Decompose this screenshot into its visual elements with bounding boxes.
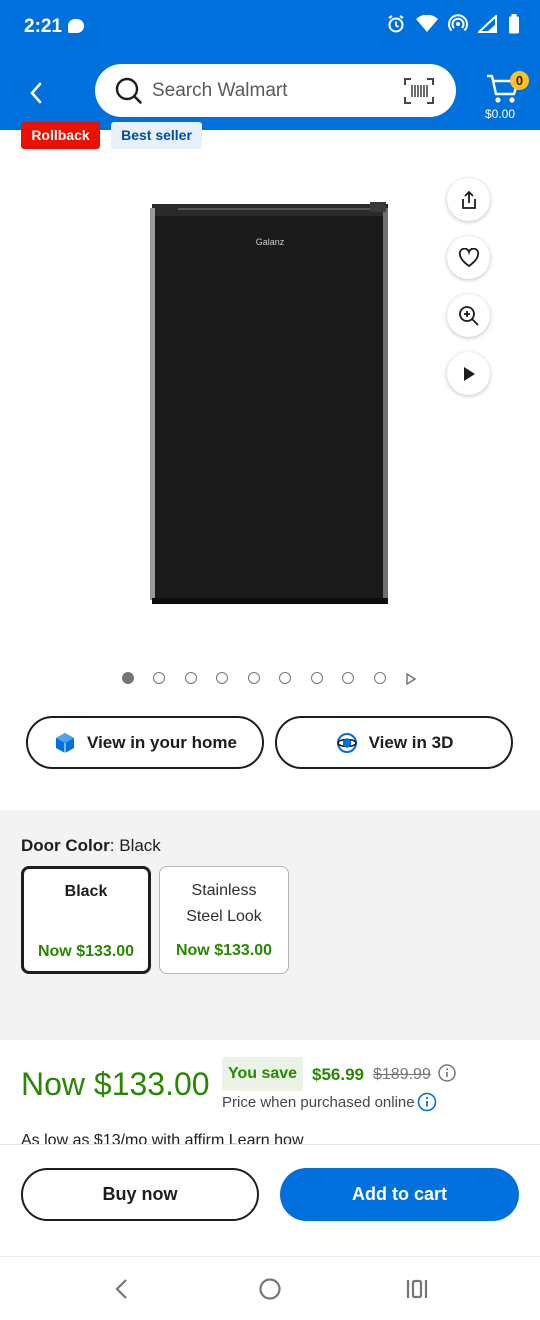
view-in-3d-button[interactable]: View in 3D [275, 716, 513, 769]
gallery-dot[interactable] [374, 672, 386, 684]
gallery-dot[interactable] [279, 672, 291, 684]
add-to-cart-button[interactable]: Add to cart [280, 1168, 519, 1221]
status-time: 2:21 [24, 16, 63, 37]
gallery-dot[interactable] [311, 672, 323, 684]
hotspot-icon [448, 14, 468, 32]
gallery-dot[interactable] [185, 672, 197, 684]
heart-icon [458, 247, 479, 267]
brand-mark: Galanz [256, 237, 285, 247]
bottom-action-bar: Buy now Add to cart [0, 1144, 540, 1254]
back-arrow-icon[interactable] [22, 78, 52, 108]
alarm-icon [388, 15, 404, 33]
app-header: 2:21 Search Walmart 0 $0.00 [0, 0, 540, 130]
you-save-badge: You save [222, 1057, 304, 1091]
save-amount: $56.99 [312, 1065, 364, 1084]
barcode-scanner-icon[interactable] [404, 78, 434, 104]
view-in-3d-label: View in 3D [368, 732, 454, 752]
product-image[interactable]: Galanz [148, 200, 390, 606]
3d-view-icon [336, 732, 357, 753]
zoom-button[interactable] [447, 294, 490, 337]
variant-option-stainless[interactable]: Stainless Steel Look Now $133.00 [159, 866, 289, 974]
signal-icon [478, 15, 497, 33]
view-in-home-label: View in your home [87, 732, 237, 752]
zoom-in-icon [458, 305, 479, 326]
gallery-dot[interactable] [248, 672, 260, 684]
wifi-icon [416, 15, 438, 32]
ar-cube-icon [56, 732, 75, 753]
price-note: Price when purchased online [222, 1094, 415, 1111]
variant-option-black[interactable]: Black Now $133.00 [21, 866, 151, 974]
status-icons [386, 14, 520, 34]
cart-amount: $0.00 [485, 107, 516, 121]
current-price: Now $133.00 [21, 1066, 210, 1102]
variant-name: Stainless Steel Look [186, 882, 262, 925]
gallery-dot[interactable] [342, 672, 354, 684]
best-seller-badge: Best seller [111, 122, 202, 149]
gallery-dot[interactable] [122, 672, 134, 684]
info-icon[interactable] [438, 1064, 456, 1082]
play-video-button[interactable] [447, 352, 490, 395]
cart-count-badge: 0 [510, 71, 529, 90]
nav-back-icon[interactable] [112, 1277, 132, 1301]
variant-price: Now $133.00 [175, 942, 273, 959]
gallery-pagination [0, 672, 540, 688]
favorite-button[interactable] [447, 236, 490, 279]
share-button[interactable] [447, 178, 490, 221]
gallery-dot[interactable] [153, 672, 165, 684]
nav-recents-icon[interactable] [405, 1277, 429, 1301]
system-navigation-bar [0, 1256, 540, 1320]
gallery-next-icon[interactable] [405, 673, 416, 685]
search-bar[interactable]: Search Walmart [95, 64, 456, 117]
search-icon [115, 77, 142, 104]
was-price: $189.99 [373, 1066, 431, 1083]
variant-name: Black [64, 883, 108, 900]
view-in-home-button[interactable]: View in your home [26, 716, 264, 769]
play-icon [463, 366, 475, 381]
nav-home-icon[interactable] [258, 1277, 282, 1301]
buy-now-button[interactable]: Buy now [21, 1168, 259, 1221]
rollback-badge: Rollback [21, 122, 100, 149]
search-input[interactable]: Search Walmart [152, 80, 288, 102]
door-color-label: Door Color: Black [21, 836, 161, 855]
message-notification-icon [68, 19, 84, 33]
variant-selector: Door Color: Black Black Now $133.00 Stai… [0, 810, 540, 1040]
share-icon [461, 190, 476, 209]
battery-icon [509, 14, 519, 34]
info-icon[interactable] [417, 1092, 437, 1112]
gallery-dot[interactable] [216, 672, 228, 684]
variant-price: Now $133.00 [37, 943, 135, 960]
